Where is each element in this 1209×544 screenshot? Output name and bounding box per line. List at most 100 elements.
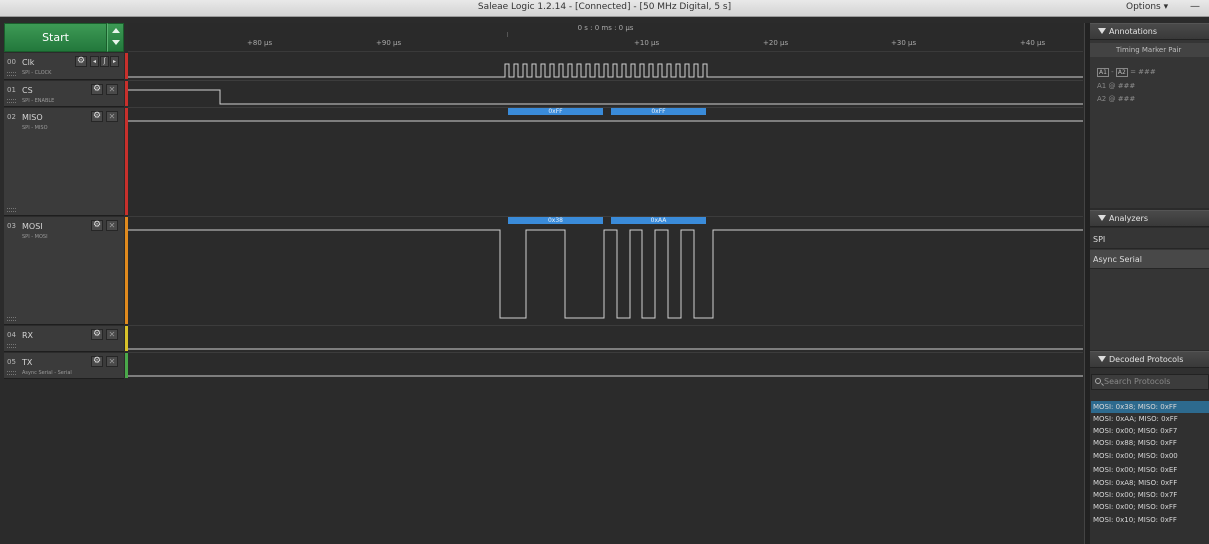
channel-number: 05 [7,358,16,366]
search-icon [1095,378,1101,384]
marker-difference: = ### [1130,68,1156,76]
ruler-tick-label: +20 µs [763,39,789,47]
marker-minus: - [1111,68,1114,76]
drag-handle-icon[interactable] [7,99,16,103]
analyzers-panel: SPI Async Serial [1090,228,1209,350]
miso-byte-bubble[interactable]: 0xFF [611,108,706,115]
channel-03-row[interactable]: 03 MOSI SPI - MOSI ⚙ ✕ [4,217,128,325]
channel-name[interactable]: Clk [22,58,34,67]
close-icon[interactable]: ✕ [106,220,118,231]
trigger-edge-icon[interactable]: ʃ [100,56,109,67]
channel-number: 04 [7,331,16,339]
channel-01-row[interactable]: 01 CS SPI - ENABLE ⚙ ✕ [4,81,128,107]
channel-02-row[interactable]: 02 MISO SPI - MISO ⚙ ✕ [4,108,128,216]
options-menu-button[interactable]: Options ▾ [1126,2,1168,12]
timing-marker-pair[interactable]: Timing Marker Pair [1090,43,1209,57]
drag-handle-icon[interactable] [7,208,16,212]
drag-handle-icon[interactable] [7,371,16,375]
decoded-row[interactable]: MOSI: 0xAA; MISO: 0xFF [1091,413,1209,425]
annotations-title: Annotations [1109,27,1158,36]
channel-00-row[interactable]: 00 Clk SPI - CLOCK ⚙ ◂ ʃ ▸ [4,53,128,80]
annotations-panel-header[interactable]: Annotations [1090,23,1209,40]
decoded-row[interactable]: MOSI: 0x88; MISO: 0xFF [1091,437,1209,449]
waveform-canvas[interactable] [128,53,1083,380]
drag-handle-icon[interactable] [7,72,16,76]
gear-icon[interactable]: ⚙ [91,220,103,231]
channel-analyzer-label: Async Serial - Serial [22,370,72,376]
close-icon[interactable]: ✕ [106,111,118,122]
decoded-row[interactable]: MOSI: 0xA8; MISO: 0xFF [1091,477,1209,489]
gear-icon[interactable]: ⚙ [91,356,103,367]
channel-number: 02 [7,113,16,121]
gear-icon[interactable]: ⚙ [91,84,103,95]
empty-workspace [0,380,1088,544]
drag-handle-icon[interactable] [7,317,16,321]
decoded-row[interactable]: MOSI: 0x10; MISO: 0xFF [1091,514,1209,526]
gear-icon[interactable]: ⚙ [91,329,103,340]
close-icon[interactable]: ✕ [106,329,118,340]
start-button[interactable]: Start [4,23,107,52]
decoded-row[interactable]: MOSI: 0x00; MISO: 0xEF [1091,464,1209,476]
decoded-row[interactable]: MOSI: 0x00; MISO: 0xF7 [1091,425,1209,437]
mosi-byte-bubble[interactable]: 0x38 [508,217,603,224]
collapse-triangle-icon[interactable] [1098,356,1106,362]
channel-analyzer-label: SPI - CLOCK [22,70,52,76]
channel-05-row[interactable]: 05 TX Async Serial - Serial ⚙ ✕ [4,353,128,379]
channel-analyzer-label: SPI - MISO [22,125,48,131]
decoded-protocols-title: Decoded Protocols [1109,355,1184,364]
time-ruler[interactable]: 0 s : 0 ms : 0 µs +80 µs +90 µs +10 µs +… [128,23,1083,52]
channel-04-row[interactable]: 04 RX ⚙ ✕ [4,326,128,352]
channel-name[interactable]: RX [22,331,33,340]
marker-a2-row: A2 @ ### [1097,95,1136,103]
channel-name[interactable]: MOSI [22,222,43,231]
gear-icon[interactable]: ⚙ [75,56,87,67]
annotations-panel: 📍 Timing Marker Pair A1 - A2 = ### A1 @ … [1090,40,1209,208]
marker-formula: A1 - A2 = ### [1097,68,1156,77]
arrow-down-icon[interactable] [112,40,120,45]
title-bar: Saleae Logic 1.2.14 - [Connected] - [50 … [0,0,1209,17]
start-options-stepper[interactable] [107,23,124,52]
ruler-tick-label: +40 µs [1020,39,1046,47]
ruler-tick-label: +30 µs [891,39,917,47]
channel-analyzer-label: SPI - MOSI [22,234,48,240]
analyzers-panel-header[interactable]: Analyzers [1090,210,1209,227]
collapse-triangle-icon[interactable] [1098,215,1106,221]
decoded-row[interactable]: MOSI: 0x00; MISO: 0x7F [1091,489,1209,501]
minimize-button[interactable]: — [1181,0,1209,16]
decoded-protocols-panel-header[interactable]: Decoded Protocols [1090,351,1209,368]
marker-a1-row: A1 @ ### [1097,82,1136,90]
waveform-view[interactable]: 0xFF 0xFF 0x38 0xAA [128,53,1083,380]
ruler-tick-label: +90 µs [376,39,402,47]
close-icon[interactable]: ✕ [106,356,118,367]
decoded-row[interactable]: MOSI: 0x00; MISO: 0xFF [1091,501,1209,513]
decoded-protocols-panel: Search Protocols MOSI: 0x38; MISO: 0xFF … [1090,368,1209,544]
decoded-row[interactable]: MOSI: 0x00; MISO: 0x00 [1091,450,1209,462]
next-edge-icon[interactable]: ▸ [110,56,119,67]
channel-number: 01 [7,86,16,94]
close-icon[interactable]: ✕ [106,84,118,95]
window-title: Saleae Logic 1.2.14 - [Connected] - [50 … [477,2,732,12]
miso-byte-bubble[interactable]: 0xFF [508,108,603,115]
channel-name[interactable]: CS [22,86,33,95]
analyzer-item-spi[interactable]: SPI [1090,230,1209,249]
ruler-zero-label: 0 s : 0 ms : 0 µs [577,24,634,32]
marker-a2-box[interactable]: A2 [1115,68,1128,77]
ruler-tick-label: +80 µs [247,39,273,47]
channel-name[interactable]: MISO [22,113,43,122]
channel-name[interactable]: TX [22,358,32,367]
decoded-row[interactable]: MOSI: 0x38; MISO: 0xFF [1091,401,1209,413]
analyzer-item-async-serial[interactable]: Async Serial [1090,250,1209,269]
analyzers-title: Analyzers [1109,214,1148,223]
arrow-up-icon[interactable] [112,28,120,33]
saleae-logic-window: Saleae Logic 1.2.14 - [Connected] - [50 … [0,0,1209,544]
marker-a1-box[interactable]: A1 [1097,68,1109,77]
channel-analyzer-label: SPI - ENABLE [22,98,55,104]
mosi-byte-bubble[interactable]: 0xAA [611,217,706,224]
collapse-triangle-icon[interactable] [1098,28,1106,34]
channel-number: 03 [7,222,16,230]
search-placeholder: Search Protocols [1104,377,1171,386]
search-protocols-input[interactable]: Search Protocols [1091,374,1209,390]
prev-edge-icon[interactable]: ◂ [90,56,99,67]
gear-icon[interactable]: ⚙ [91,111,103,122]
drag-handle-icon[interactable] [7,344,16,348]
